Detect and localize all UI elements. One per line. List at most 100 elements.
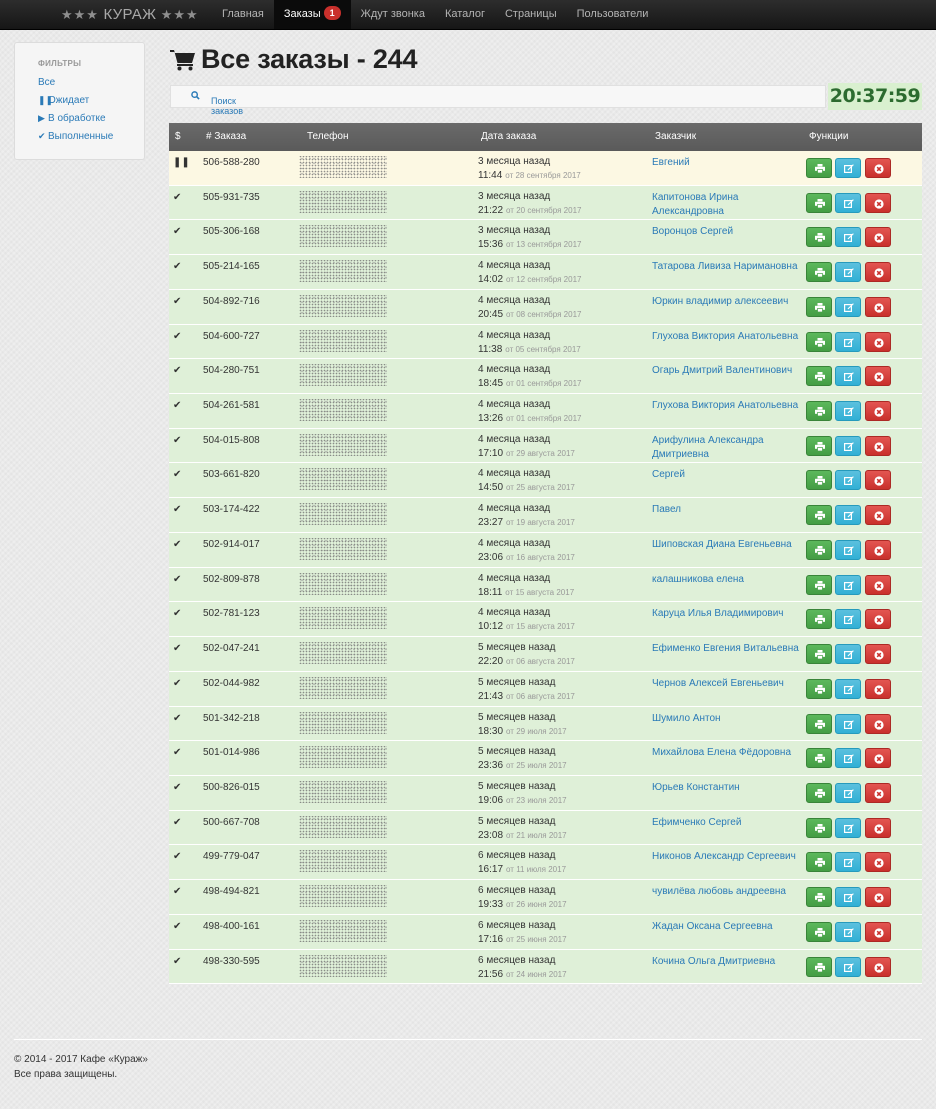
nav-item-home[interactable]: Главная <box>212 0 274 29</box>
edit-button[interactable] <box>835 539 861 560</box>
edit-button[interactable] <box>835 366 861 387</box>
customer-link[interactable]: Капитонова Ирина Александровна <box>652 191 802 219</box>
print-button[interactable] <box>806 852 832 873</box>
customer-link[interactable]: Воронцов Сергей <box>652 225 802 239</box>
nav-item-orders[interactable]: Заказы 1 <box>273 0 351 29</box>
search-orders-bar[interactable]: Поиск заказов <box>170 85 826 116</box>
edit-button[interactable] <box>835 296 861 317</box>
print-button[interactable] <box>806 887 832 908</box>
delete-button[interactable] <box>865 748 891 769</box>
delete-button[interactable] <box>865 574 891 595</box>
delete-button[interactable] <box>865 956 891 977</box>
edit-button[interactable] <box>835 921 861 942</box>
print-button[interactable] <box>806 539 832 560</box>
customer-link[interactable]: Никонов Александр Сергеевич <box>652 850 802 864</box>
delete-button[interactable] <box>865 921 891 942</box>
delete-button[interactable] <box>865 852 891 873</box>
customer-link[interactable]: чувилёва любовь андреевна <box>652 885 802 899</box>
delete-button[interactable] <box>865 227 891 248</box>
edit-button[interactable] <box>835 470 861 491</box>
customer-link[interactable]: Татарова Ливиза Наримановна <box>652 260 802 274</box>
print-button[interactable] <box>806 331 832 352</box>
edit-button[interactable] <box>835 678 861 699</box>
edit-button[interactable] <box>835 435 861 456</box>
filter-completed[interactable]: ✔ Выполненные <box>38 131 113 142</box>
customer-link[interactable]: Глухова Виктория Анатольевна <box>652 399 802 413</box>
edit-button[interactable] <box>835 609 861 630</box>
delete-button[interactable] <box>865 713 891 734</box>
edit-button[interactable] <box>835 887 861 908</box>
print-button[interactable] <box>806 817 832 838</box>
delete-button[interactable] <box>865 782 891 803</box>
print-button[interactable] <box>806 227 832 248</box>
print-button[interactable] <box>806 956 832 977</box>
edit-button[interactable] <box>835 852 861 873</box>
print-button[interactable] <box>806 782 832 803</box>
delete-button[interactable] <box>865 539 891 560</box>
print-button[interactable] <box>806 574 832 595</box>
print-button[interactable] <box>806 470 832 491</box>
print-button[interactable] <box>806 713 832 734</box>
customer-link[interactable]: Юрьев Константин <box>652 781 802 795</box>
customer-link[interactable]: Михайлова Елена Фёдоровна <box>652 746 802 760</box>
filter-processing[interactable]: ▶ В обработке <box>38 113 106 124</box>
customer-link[interactable]: Кочина Ольга Дмитриевна <box>652 955 802 969</box>
print-button[interactable] <box>806 158 832 178</box>
customer-link[interactable]: Арифулина Александра Дмитриевна <box>652 434 802 462</box>
edit-button[interactable] <box>835 158 861 178</box>
customer-link[interactable]: Каруца Илья Владимирович <box>652 607 802 621</box>
delete-button[interactable] <box>865 192 891 213</box>
edit-button[interactable] <box>835 748 861 769</box>
delete-button[interactable] <box>865 435 891 456</box>
customer-link[interactable]: Ефимченко Сергей <box>652 816 802 830</box>
filter-all[interactable]: Все <box>38 77 55 88</box>
delete-button[interactable] <box>865 470 891 491</box>
customer-link[interactable]: калашникова елена <box>652 573 802 587</box>
brand-logo[interactable]: ★★★ КУРАЖ ★★★ <box>61 0 199 29</box>
customer-link[interactable]: Юркин владимир алексеевич <box>652 295 802 309</box>
edit-button[interactable] <box>835 817 861 838</box>
customer-link[interactable]: Павел <box>652 503 802 517</box>
delete-button[interactable] <box>865 644 891 665</box>
customer-link[interactable]: Евгений <box>652 156 802 170</box>
delete-button[interactable] <box>865 609 891 630</box>
customer-link[interactable]: Глухова Виктория Анатольевна <box>652 330 802 344</box>
customer-link[interactable]: Шумило Антон <box>652 712 802 726</box>
print-button[interactable] <box>806 366 832 387</box>
print-button[interactable] <box>806 262 832 283</box>
search-orders-link[interactable]: Поиск заказов <box>191 91 243 116</box>
customer-link[interactable]: Чернов Алексей Евгеньевич <box>652 677 802 691</box>
edit-button[interactable] <box>835 331 861 352</box>
customer-link[interactable]: Шиповская Диана Евгеньевна <box>652 538 802 552</box>
delete-button[interactable] <box>865 262 891 283</box>
edit-button[interactable] <box>835 262 861 283</box>
delete-button[interactable] <box>865 158 891 178</box>
print-button[interactable] <box>806 435 832 456</box>
delete-button[interactable] <box>865 366 891 387</box>
delete-button[interactable] <box>865 401 891 422</box>
print-button[interactable] <box>806 192 832 213</box>
edit-button[interactable] <box>835 574 861 595</box>
edit-button[interactable] <box>835 192 861 213</box>
print-button[interactable] <box>806 748 832 769</box>
edit-button[interactable] <box>835 227 861 248</box>
edit-button[interactable] <box>835 505 861 526</box>
edit-button[interactable] <box>835 782 861 803</box>
nav-item-pages[interactable]: Страницы <box>495 0 567 29</box>
print-button[interactable] <box>806 296 832 317</box>
print-button[interactable] <box>806 505 832 526</box>
filter-waiting[interactable]: ❚❚Ожидает <box>38 95 89 106</box>
customer-link[interactable]: Сергей <box>652 468 802 482</box>
customer-link[interactable]: Огарь Дмитрий Валентинович <box>652 364 802 378</box>
print-button[interactable] <box>806 401 832 422</box>
print-button[interactable] <box>806 609 832 630</box>
delete-button[interactable] <box>865 296 891 317</box>
nav-item-awaiting-call[interactable]: Ждут звонка <box>351 0 435 29</box>
delete-button[interactable] <box>865 817 891 838</box>
print-button[interactable] <box>806 921 832 942</box>
edit-button[interactable] <box>835 644 861 665</box>
customer-link[interactable]: Ефименко Евгения Витальевна <box>652 642 802 656</box>
nav-item-users[interactable]: Пользователи <box>567 0 659 29</box>
nav-item-catalog[interactable]: Каталог <box>435 0 495 29</box>
customer-link[interactable]: Жадан Оксана Сергеевна <box>652 920 802 934</box>
